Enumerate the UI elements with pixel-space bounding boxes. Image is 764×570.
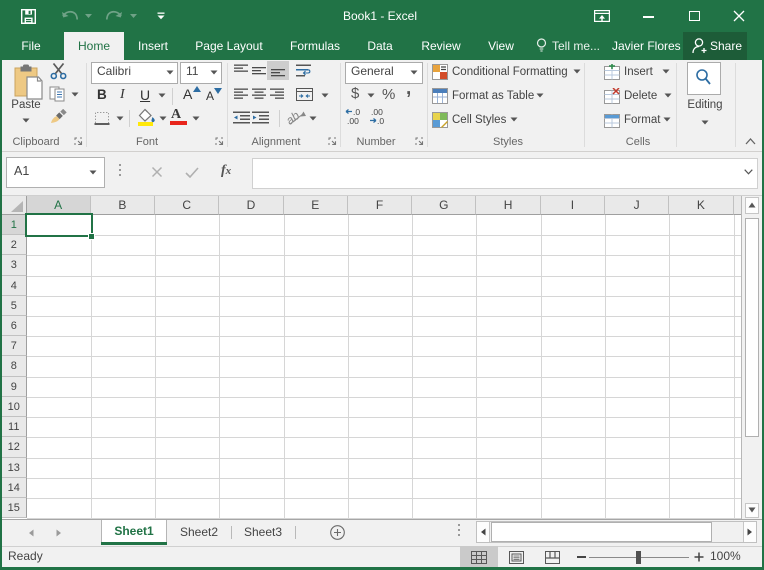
svg-text:.00: .00: [347, 116, 359, 125]
svg-text:.0: .0: [377, 116, 384, 125]
